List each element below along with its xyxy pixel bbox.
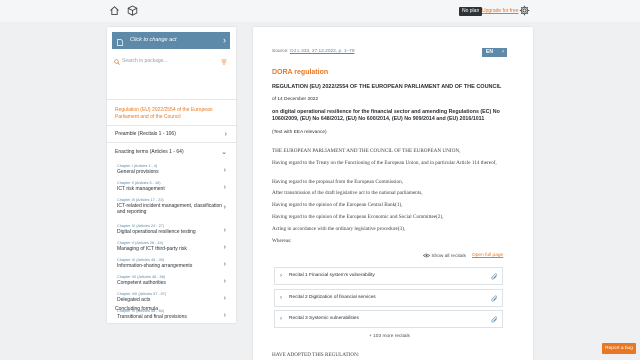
- chevron-right-icon: ›: [223, 261, 226, 268]
- chevron-right-icon: ›: [223, 184, 226, 191]
- gear-icon[interactable]: [519, 5, 530, 16]
- chapter-title: General provisions: [117, 169, 159, 175]
- filter-icon[interactable]: [221, 58, 227, 70]
- recital-title: Financial system's vulnerability: [309, 273, 375, 278]
- document-icon: [117, 37, 123, 54]
- source-label: Source:: [272, 49, 289, 54]
- sidebar-chapter-7[interactable]: Chapter VII (Articles 46 - 56) Competent…: [117, 275, 226, 286]
- sidebar-item-enacting-terms[interactable]: Enacting terms (Articles 1 - 64) ⌄: [115, 149, 227, 156]
- paperclip-icon[interactable]: [491, 315, 498, 331]
- recital-item[interactable]: › Recital 2 Digitization of financial se…: [274, 289, 503, 307]
- sidebar-chapter-5[interactable]: Chapter V (Articles 28 - 44) Managing of…: [117, 241, 226, 252]
- source-line: Source: OJ L 333, 27.12.2022, p. 1–79: [272, 49, 355, 54]
- preamble-line: Having regard to the Treaty on the Funct…: [272, 160, 497, 166]
- package-search[interactable]: Search in package...: [112, 55, 230, 67]
- chapter-title: Information-sharing arrangements: [117, 263, 193, 269]
- search-icon: [114, 58, 120, 70]
- chevron-right-icon: ›: [223, 167, 226, 174]
- upgrade-link[interactable]: Upgrade for free: [482, 8, 518, 14]
- regulation-date: of 14 December 2022: [272, 97, 319, 102]
- chevron-right-icon: ›: [502, 49, 504, 55]
- concluding-label: Concluding formula: [115, 306, 159, 312]
- chevron-right-icon: ›: [223, 244, 226, 251]
- recital-number: Recital 1: [289, 273, 308, 278]
- sidebar-chapter-1[interactable]: Chapter I (Articles 1 - 4) General provi…: [117, 164, 226, 175]
- search-placeholder: Search in package...: [122, 58, 168, 64]
- recital-title: Systemic vulnerabilities: [309, 316, 359, 321]
- source-link[interactable]: OJ L 333, 27.12.2022, p. 1–79: [290, 49, 355, 54]
- language-value: EN: [486, 49, 493, 55]
- home-icon[interactable]: [109, 5, 120, 16]
- chevron-right-icon: ›: [223, 204, 226, 211]
- sidebar-chapter-2[interactable]: Chapter II (Articles 5 - 16) ICT risk ma…: [117, 181, 226, 192]
- sidebar-chapter-8[interactable]: Chapter VIII (Articles 57 - 57) Delegate…: [117, 292, 226, 303]
- chevron-right-icon: ›: [223, 35, 226, 45]
- divider: [107, 142, 236, 143]
- chevron-down-icon: ⌄: [221, 149, 227, 156]
- paperclip-icon[interactable]: [491, 294, 498, 310]
- top-bar: No plan Upgrade for free: [0, 0, 640, 22]
- adopted-statement: HAVE ADOPTED THIS REGULATION:: [272, 352, 360, 358]
- cube-icon[interactable]: [127, 5, 138, 16]
- show-all-recitals-label: Show all recitals: [431, 254, 467, 259]
- chapter-title: ICT risk management: [117, 186, 165, 192]
- chapter-title: Managing of ICT third-party risk: [117, 246, 187, 252]
- change-act-label: Click to change act: [130, 37, 177, 43]
- more-recitals-button[interactable]: + 103 more recitals: [369, 334, 410, 339]
- show-all-recitals-button[interactable]: Show all recitals: [422, 253, 467, 259]
- sidebar-item-preamble[interactable]: Preamble (Recitals 1 - 106) ›: [115, 131, 227, 138]
- sidebar-chapter-3[interactable]: Chapter III (Articles 17 - 23) ICT-relat…: [117, 198, 226, 215]
- recital-number: Recital 2: [289, 295, 308, 300]
- document-name: DORA regulation: [272, 69, 329, 76]
- document-panel: Source: OJ L 333, 27.12.2022, p. 1–79 EN…: [253, 27, 533, 360]
- sidebar: Click to change act › Search in package.…: [107, 27, 236, 323]
- chevron-right-icon: ›: [223, 312, 226, 319]
- chevron-right-icon: ›: [280, 273, 282, 279]
- chapter-title: ICT-related incident management, classif…: [117, 203, 223, 215]
- preamble-line: THE EUROPEAN PARLIAMENT AND THE COUNCIL …: [272, 148, 461, 154]
- divider: [107, 99, 236, 100]
- chevron-right-icon: ›: [223, 227, 226, 234]
- sidebar-chapter-6[interactable]: Chapter VI (Articles 45 - 49) Informatio…: [117, 258, 226, 269]
- chapter-title: Delegated acts: [117, 297, 151, 303]
- open-full-page-link[interactable]: Open full page: [472, 253, 503, 258]
- plan-badge: No plan: [459, 7, 483, 16]
- paperclip-icon[interactable]: [491, 272, 498, 288]
- recital-number: Recital 3: [289, 316, 308, 321]
- preamble-line: Acting in accordance with the ordinary l…: [272, 226, 406, 232]
- chevron-right-icon: ›: [224, 131, 227, 138]
- sidebar-chapter-4[interactable]: Chapter IV (Articles 24 - 27) Digital op…: [117, 224, 226, 235]
- enacting-terms-label: Enacting terms (Articles 1 - 64): [115, 149, 184, 155]
- recital-item[interactable]: › Recital 1 Financial system's vulnerabi…: [274, 267, 503, 285]
- regulation-title[interactable]: Regulation (EU) 2022/2554 of the Europea…: [115, 107, 227, 120]
- preamble-line: Having regard to the opinion of the Euro…: [272, 214, 444, 220]
- language-select[interactable]: EN ›: [482, 48, 507, 57]
- preamble-line: Having regard to the opinion of the Euro…: [272, 202, 403, 208]
- divider: [107, 125, 236, 126]
- preamble-label: Preamble (Recitals 1 - 106): [115, 131, 176, 137]
- preamble-line: Having regard to the proposal from the E…: [272, 179, 403, 185]
- chevron-right-icon: ›: [280, 316, 282, 322]
- sidebar-item-concluding[interactable]: Concluding formula: [115, 306, 227, 312]
- preamble-line: Whereas:: [272, 238, 292, 244]
- chevron-right-icon: ›: [280, 295, 282, 301]
- change-act-button[interactable]: Click to change act ›: [112, 32, 230, 49]
- chevron-right-icon: ›: [223, 278, 226, 285]
- chapter-title: Competent authorities: [117, 280, 166, 286]
- regulation-subject: on digital operational resilience for th…: [272, 109, 500, 123]
- preamble-line: After transmission of the draft legislat…: [272, 190, 423, 196]
- recital-title: Digitization of financial services: [309, 295, 376, 300]
- chapter-title: Digital operational resilience testing: [117, 229, 196, 235]
- chapter-title: Transitional and final provisions: [117, 314, 187, 320]
- regulation-heading: REGULATION (EU) 2022/2554 OF THE EUROPEA…: [272, 84, 502, 90]
- eea-relevance: (Text with EEA relevance): [272, 130, 327, 135]
- chevron-right-icon: ›: [223, 295, 226, 302]
- report-bug-button[interactable]: Report a bug: [602, 343, 636, 354]
- recital-item[interactable]: › Recital 3 Systemic vulnerabilities: [274, 310, 503, 328]
